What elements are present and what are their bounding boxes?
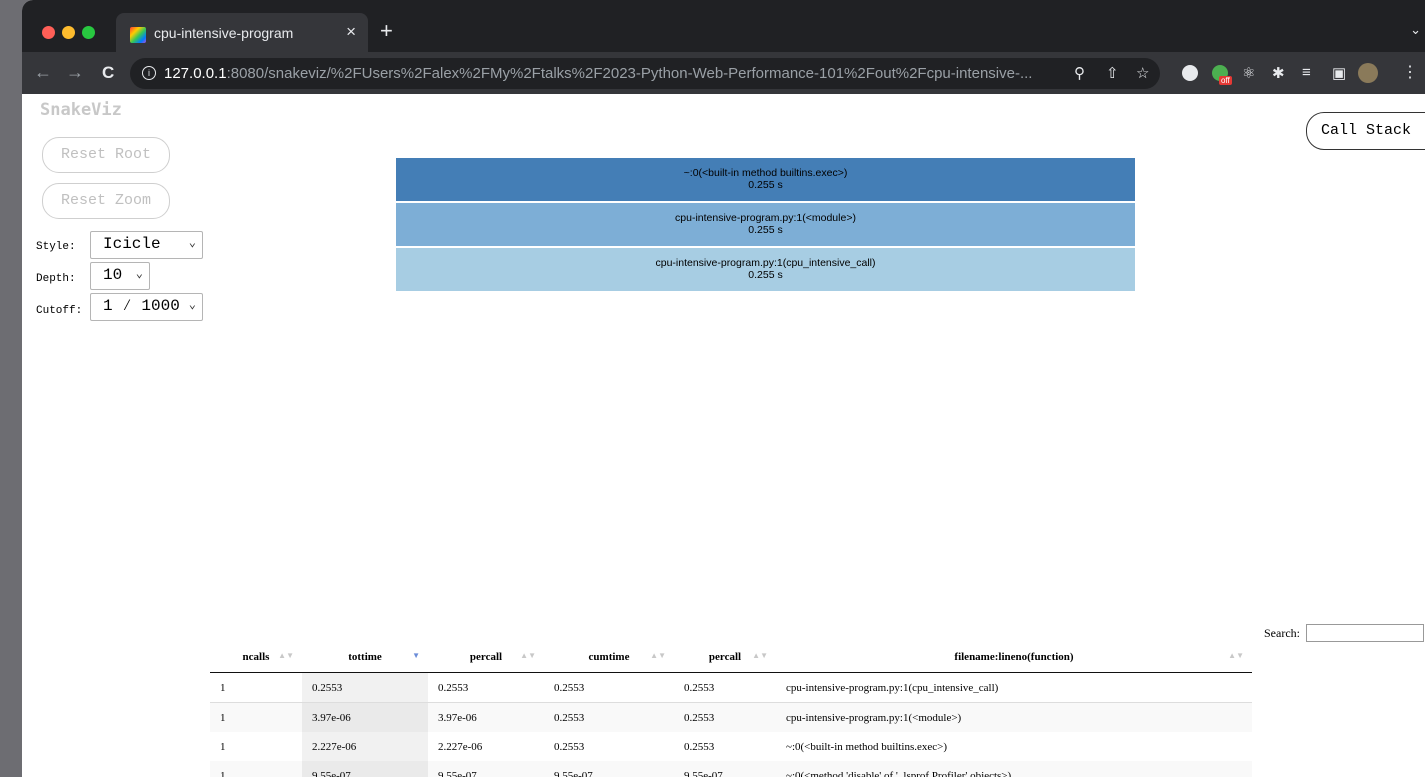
depth-select[interactable]: 10 ⌄ xyxy=(90,262,150,290)
reload-icon[interactable]: C xyxy=(102,63,114,83)
column-header-percall-cum[interactable]: percall ▲▼ xyxy=(674,642,776,673)
zoom-icon[interactable]: ⚲ xyxy=(1074,64,1085,82)
column-header-cumtime[interactable]: cumtime ▲▼ xyxy=(544,642,674,673)
icicle-node[interactable]: cpu-intensive-program.py:1(<module>) 0.2… xyxy=(396,203,1135,246)
call-stack-button[interactable]: Call Stack xyxy=(1306,112,1425,150)
tab-title: cpu-intensive-program xyxy=(154,25,294,41)
extensions-puzzle-icon[interactable]: ✱ xyxy=(1272,64,1285,82)
chevron-down-icon: ⌄ xyxy=(188,236,196,250)
bookmark-star-icon[interactable]: ☆ xyxy=(1136,64,1149,82)
style-select[interactable]: Icicle ⌄ xyxy=(90,231,203,259)
style-label: Style: xyxy=(36,241,76,253)
search-input[interactable] xyxy=(1306,624,1424,642)
icicle-node[interactable]: ~:0(<built-in method builtins.exec>) 0.2… xyxy=(396,158,1135,201)
address-bar[interactable]: i 127.0.0.1:8080/snakeviz/%2FUsers%2Fale… xyxy=(130,58,1160,89)
react-devtools-icon[interactable]: ⚛ xyxy=(1242,64,1255,82)
extension-off-badge: off xyxy=(1219,76,1232,85)
table-row[interactable]: 1 2.227e-06 2.227e-06 0.2553 0.2553 ~:0(… xyxy=(210,732,1252,761)
table-row[interactable]: 1 3.97e-06 3.97e-06 0.2553 0.2553 cpu-in… xyxy=(210,702,1252,732)
snakeviz-page: SnakeViz Reset Root Reset Zoom Style: Ic… xyxy=(22,94,1425,777)
depth-label: Depth: xyxy=(36,273,76,285)
table-row[interactable]: 1 0.2553 0.2553 0.2553 0.2553 cpu-intens… xyxy=(210,672,1252,703)
url-text[interactable]: 127.0.0.1:8080/snakeviz/%2FUsers%2Falex%… xyxy=(164,65,1032,82)
tab-search-chevron-icon[interactable]: ⌄ xyxy=(1410,22,1421,38)
chevron-down-icon: ⌄ xyxy=(135,267,143,281)
profile-avatar[interactable] xyxy=(1358,63,1378,83)
side-panel-icon[interactable]: ▣ xyxy=(1332,64,1346,82)
site-info-icon[interactable]: i xyxy=(142,66,156,80)
forward-arrow-icon[interactable]: → xyxy=(66,62,84,83)
tab-strip: cpu-intensive-program × + ⌄ xyxy=(22,0,1425,52)
extension-icon[interactable] xyxy=(1182,65,1198,81)
column-header-ncalls[interactable]: ncalls ▲▼ xyxy=(210,642,302,673)
column-header-filename[interactable]: filename:lineno(function) ▲▼ xyxy=(776,642,1252,673)
more-menu-icon[interactable]: ⋮ xyxy=(1402,62,1418,82)
new-tab-button[interactable]: + xyxy=(380,20,393,42)
share-icon[interactable]: ⇧ xyxy=(1106,64,1119,82)
table-row[interactable]: 1 9.55e-07 9.55e-07 9.55e-07 9.55e-07 ~:… xyxy=(210,761,1252,777)
reset-zoom-button[interactable]: Reset Zoom xyxy=(42,183,170,219)
reading-list-icon[interactable]: ≡ xyxy=(1302,64,1311,81)
back-arrow-icon[interactable]: ← xyxy=(34,62,52,83)
tab-active[interactable]: cpu-intensive-program × xyxy=(116,13,368,52)
browser-toolbar: ← → C i 127.0.0.1:8080/snakeviz/%2FUsers… xyxy=(22,52,1425,94)
close-window-button[interactable] xyxy=(42,26,55,39)
cutoff-select[interactable]: 1 ⁄ 1000 ⌄ xyxy=(90,293,203,321)
reset-root-button[interactable]: Reset Root xyxy=(42,137,170,173)
maximize-window-button[interactable] xyxy=(82,26,95,39)
favicon-icon xyxy=(130,27,146,43)
search-label: Search: xyxy=(1264,626,1300,640)
column-header-percall[interactable]: percall ▲▼ xyxy=(428,642,544,673)
icicle-node[interactable]: cpu-intensive-program.py:1(cpu_intensive… xyxy=(396,248,1135,291)
browser-window: cpu-intensive-program × + ⌄ ← → C i 127.… xyxy=(22,0,1425,777)
minimize-window-button[interactable] xyxy=(62,26,75,39)
tab-close-icon[interactable]: × xyxy=(346,22,356,42)
stats-table: ncalls ▲▼ tottime ▼ percall ▲▼ cumtime ▲▼ pe… xyxy=(210,642,1252,777)
icicle-chart: ~:0(<built-in method builtins.exec>) 0.2… xyxy=(396,158,1135,293)
cutoff-label: Cutoff: xyxy=(36,305,83,317)
chevron-down-icon: ⌄ xyxy=(188,298,196,312)
snakeviz-logo: SnakeViz xyxy=(40,100,122,120)
column-header-tottime[interactable]: tottime ▼ xyxy=(302,642,428,673)
